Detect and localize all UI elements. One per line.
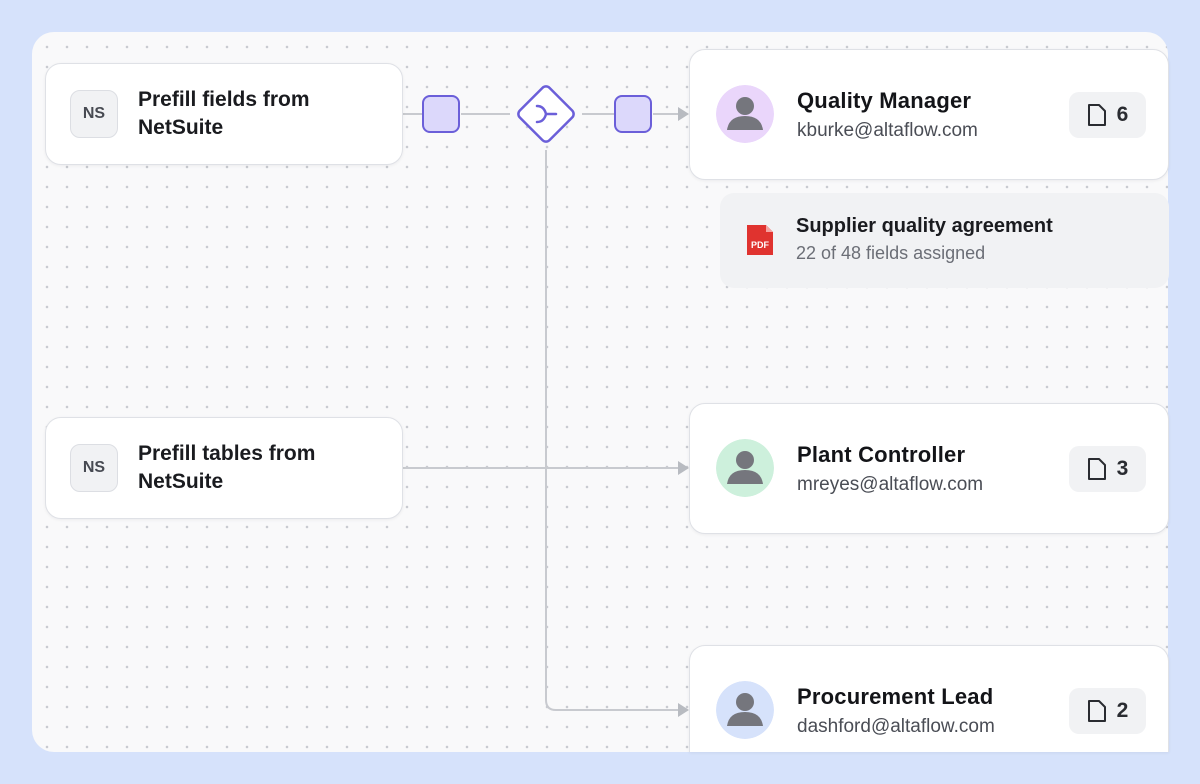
netsuite-badge-icon: NS: [70, 90, 118, 138]
document-icon: [1087, 104, 1106, 126]
user-avatar-icon: [716, 439, 774, 497]
document-count: 6: [1116, 103, 1129, 126]
netsuite-badge-icon: NS: [70, 444, 118, 492]
split-branch-icon[interactable]: [508, 76, 584, 152]
document-count-button[interactable]: 2: [1069, 688, 1146, 734]
document-count: 2: [1116, 699, 1129, 722]
user-avatar-icon: [716, 681, 774, 739]
source-card-prefill-tables[interactable]: NS Prefill tables from NetSuite: [45, 417, 403, 519]
recipient-card-quality-manager[interactable]: Quality Manager kburke@altaflow.com 6: [689, 49, 1169, 180]
recipient-name: Plant Controller: [797, 442, 966, 467]
document-icon: [1087, 700, 1106, 722]
avatar: [716, 439, 774, 497]
source-label: Prefill tables from NetSuite: [138, 442, 316, 493]
recipient-name: Procurement Lead: [797, 684, 994, 709]
document-count-button[interactable]: 6: [1069, 92, 1146, 138]
recipient-email: dashford@altaflow.com: [797, 716, 995, 737]
document-count: 3: [1116, 457, 1129, 480]
recipient-email: kburke@altaflow.com: [797, 120, 978, 141]
source-label: Prefill fields from NetSuite: [138, 88, 310, 139]
recipient-email: mreyes@altaflow.com: [797, 474, 984, 495]
pdf-label: PDF: [751, 240, 770, 250]
avatar: [716, 681, 774, 739]
user-avatar-icon: [716, 85, 774, 143]
pdf-file-icon: PDF: [747, 225, 773, 255]
document-title: Supplier quality agreement: [796, 215, 1053, 237]
flow-node[interactable]: [422, 95, 460, 133]
flow-node[interactable]: [614, 95, 652, 133]
source-card-prefill-fields[interactable]: NS Prefill fields from NetSuite: [45, 63, 403, 165]
recipient-card-procurement-lead[interactable]: Procurement Lead dashford@altaflow.com 2: [689, 645, 1169, 752]
avatar: [716, 85, 774, 143]
document-field-status: 22 of 48 fields assigned: [796, 243, 986, 263]
recipient-card-plant-controller[interactable]: Plant Controller mreyes@altaflow.com 3: [689, 403, 1169, 534]
document-count-button[interactable]: 3: [1069, 446, 1146, 492]
recipient-name: Quality Manager: [797, 88, 972, 113]
document-icon: [1087, 458, 1106, 480]
document-panel[interactable]: PDF Supplier quality agreement 22 of 48 …: [720, 193, 1169, 288]
